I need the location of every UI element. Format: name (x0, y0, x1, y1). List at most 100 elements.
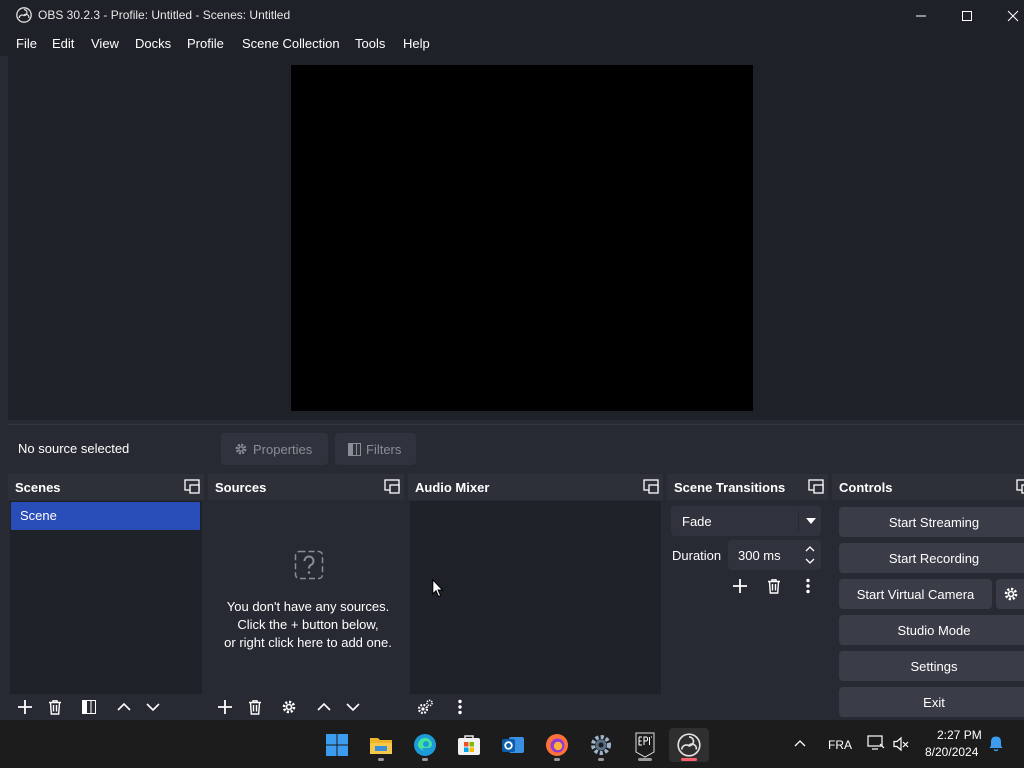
undock-icon[interactable] (384, 479, 400, 494)
windows-logo-icon (326, 734, 348, 756)
sources-toolbar (208, 694, 404, 720)
move-scene-up-button[interactable] (115, 698, 133, 716)
undock-icon[interactable] (808, 479, 824, 494)
settings-button[interactable]: Settings (839, 651, 1024, 681)
chevron-down-icon (806, 518, 816, 524)
add-transition-button[interactable] (731, 577, 749, 595)
remove-transition-button[interactable] (765, 577, 783, 595)
active-indicator (681, 758, 697, 761)
trash-icon (49, 700, 61, 715)
undock-icon[interactable] (643, 479, 659, 494)
running-indicator (598, 758, 604, 761)
menu-tools[interactable]: Tools (355, 36, 385, 51)
chevron-up-icon (317, 702, 331, 711)
outlook-icon (502, 737, 524, 753)
sources-dock: Sources You don't have any sources. Clic… (208, 474, 404, 720)
context-bar: No source selected Properties Filters (8, 424, 1024, 470)
remove-scene-button[interactable] (46, 698, 64, 716)
menu-edit[interactable]: Edit (52, 36, 74, 51)
notification-bell-icon[interactable] (988, 735, 1004, 752)
input-language[interactable]: FRA (828, 738, 852, 752)
move-source-up-button[interactable] (315, 698, 333, 716)
sources-dock-header: Sources (208, 474, 404, 500)
transition-select[interactable]: Fade (671, 506, 821, 536)
properties-button[interactable]: Properties (221, 433, 328, 465)
audio-mixer-area[interactable] (410, 501, 661, 694)
source-properties-button[interactable] (280, 698, 298, 716)
edge-icon (414, 734, 436, 756)
sources-list[interactable]: You don't have any sources. Click the + … (210, 501, 402, 694)
taskbar-settings[interactable] (581, 728, 621, 762)
spin-down-icon[interactable] (805, 558, 815, 564)
start-virtual-camera-button[interactable]: Start Virtual Camera (839, 579, 992, 609)
clock-time[interactable]: 2:27 PM (937, 728, 982, 742)
start-streaming-button[interactable]: Start Streaming (839, 507, 1024, 537)
preview-canvas[interactable] (291, 65, 753, 411)
maximize-icon (962, 10, 972, 21)
menu-scene-collection[interactable]: Scene Collection (242, 36, 340, 51)
running-indicator (378, 758, 384, 761)
move-source-down-button[interactable] (344, 698, 362, 716)
virtual-camera-settings-button[interactable] (996, 579, 1024, 609)
menu-profile[interactable]: Profile (187, 36, 224, 51)
taskbar-microsoft-store[interactable] (449, 728, 489, 762)
filters-button[interactable]: Filters (335, 433, 416, 465)
scene-transitions-dock-header: Scene Transitions (667, 474, 828, 500)
minimize-button[interactable] (898, 0, 944, 31)
maximize-button[interactable] (944, 0, 990, 31)
remove-source-button[interactable] (246, 698, 264, 716)
undock-icon[interactable] (1016, 479, 1024, 494)
taskbar-file-explorer[interactable] (361, 728, 401, 762)
sources-title: Sources (215, 480, 267, 495)
obs-window: OBS 30.2.3 - Profile: Untitled - Scenes:… (0, 0, 1024, 720)
window-title: OBS 30.2.3 - Profile: Untitled - Scenes:… (38, 8, 291, 22)
plus-icon (218, 700, 232, 714)
spin-up-icon[interactable] (805, 546, 815, 552)
transition-value: Fade (682, 514, 712, 529)
running-indicator (422, 758, 428, 761)
duration-spinbox[interactable]: 300 ms (728, 540, 821, 570)
move-scene-down-button[interactable] (144, 698, 162, 716)
more-vertical-icon (806, 578, 810, 594)
running-indicator (638, 758, 652, 761)
taskbar-edge[interactable] (405, 728, 445, 762)
audio-mixer-menu-button[interactable] (451, 698, 469, 716)
menu-help[interactable]: Help (403, 36, 430, 51)
close-icon (1007, 10, 1019, 21)
scene-transitions-title: Scene Transitions (674, 480, 786, 495)
taskbar-outlook[interactable] (493, 728, 533, 762)
advanced-audio-button[interactable] (416, 698, 434, 716)
sources-empty-line-1: You don't have any sources. (226, 599, 390, 614)
taskbar-obs-studio[interactable] (669, 728, 709, 762)
taskbar-firefox[interactable] (537, 728, 577, 762)
clock-date[interactable]: 8/20/2024 (925, 745, 978, 759)
close-button[interactable] (990, 0, 1024, 31)
taskbar-start-button[interactable] (317, 728, 357, 762)
settings-gear-icon (591, 735, 611, 755)
transition-properties-button[interactable] (799, 577, 817, 595)
audio-mixer-title: Audio Mixer (415, 480, 490, 495)
scene-list-item[interactable]: Scene (11, 502, 200, 530)
audio-mixer-toolbar (408, 694, 663, 720)
gear-icon (1004, 587, 1018, 601)
speaker-muted-icon[interactable] (893, 736, 909, 752)
taskbar-epic-games[interactable] (625, 728, 665, 762)
start-recording-button[interactable]: Start Recording (839, 543, 1024, 573)
undock-icon[interactable] (184, 479, 200, 494)
menu-bar: File Edit View Docks Profile Scene Colle… (0, 31, 1024, 56)
menu-docks[interactable]: Docks (135, 36, 171, 51)
scene-filters-button[interactable] (80, 698, 98, 716)
menu-view[interactable]: View (91, 36, 119, 51)
add-scene-button[interactable] (16, 698, 34, 716)
add-source-button[interactable] (216, 698, 234, 716)
scenes-list[interactable]: Scene (10, 501, 202, 694)
folder-icon (370, 738, 392, 754)
studio-mode-button[interactable]: Studio Mode (839, 615, 1024, 645)
network-icon[interactable] (867, 735, 885, 751)
exit-button[interactable]: Exit (839, 687, 1024, 717)
chevron-up-icon[interactable] (794, 739, 806, 747)
menu-file[interactable]: File (16, 36, 37, 51)
chevron-up-icon (117, 702, 131, 711)
gear-icon (235, 443, 247, 455)
properties-label: Properties (253, 441, 313, 457)
